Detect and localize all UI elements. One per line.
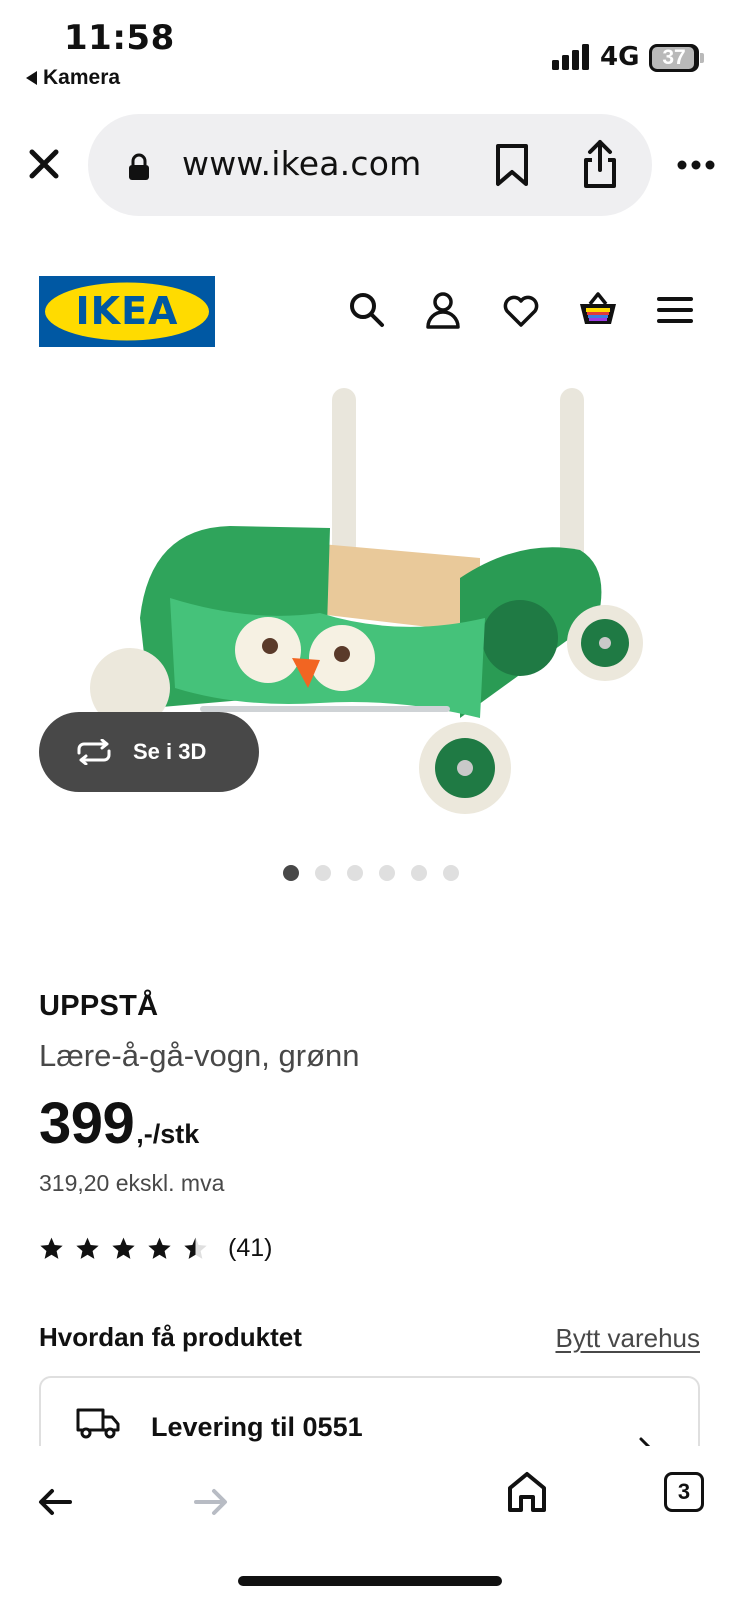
product-name: UPPSTÅ	[39, 990, 159, 1022]
tabs-button[interactable]: 3	[664, 1472, 704, 1512]
back-triangle-icon	[26, 71, 37, 85]
product-description: Lære-å-gå-vogn, grønn	[39, 1038, 360, 1073]
view-in-3d-button[interactable]: Se i 3D	[39, 712, 259, 792]
back-arrow-icon[interactable]	[36, 1486, 74, 1518]
url-text: www.ikea.com	[182, 144, 422, 183]
fulfillment-heading: Hvordan få produktet	[39, 1322, 302, 1352]
network-type: 4G	[600, 42, 640, 72]
star-full-icon	[112, 1237, 135, 1259]
change-store-link[interactable]: Bytt varehus	[555, 1323, 700, 1354]
review-count: (41)	[228, 1234, 273, 1262]
product-price: 399 ,-/stk	[39, 1090, 199, 1157]
price-amount: 399	[39, 1091, 135, 1156]
gallery-dot-6[interactable]	[442, 865, 459, 881]
address-bar[interactable]: www.ikea.com	[88, 114, 652, 216]
star-full-icon	[40, 1237, 63, 1259]
browser-toolbar: 3	[0, 1446, 739, 1600]
heart-icon[interactable]	[501, 290, 541, 330]
star-full-icon	[76, 1237, 99, 1259]
back-to-app-link[interactable]: Kamera	[26, 66, 120, 90]
tab-count: 3	[677, 1479, 691, 1504]
close-icon[interactable]	[24, 144, 64, 184]
signal-icon	[552, 44, 592, 70]
gallery-dot-1[interactable]	[282, 865, 299, 881]
lock-icon	[129, 153, 149, 180]
back-app-label: Kamera	[43, 66, 121, 89]
home-icon[interactable]	[506, 1470, 548, 1514]
home-indicator	[238, 1576, 502, 1586]
gallery-dot-4[interactable]	[378, 865, 395, 881]
logo-text: IKEA	[76, 289, 179, 333]
star-full-icon	[148, 1237, 171, 1259]
delivery-label: Levering til 0551	[151, 1412, 363, 1442]
site-header: IKEA	[0, 276, 739, 348]
search-icon[interactable]	[347, 290, 387, 330]
status-bar: 11:58 Kamera 4G 37	[0, 0, 739, 100]
price-ex-vat: 319,20 ekskl. mva	[39, 1170, 225, 1196]
price-suffix: ,-/stk	[136, 1119, 200, 1149]
product-rating[interactable]: (41)	[39, 1234, 272, 1263]
more-icon[interactable]	[676, 158, 716, 172]
battery-icon: 37	[649, 44, 704, 72]
gallery-pagination	[0, 865, 739, 881]
battery-level: 37	[662, 46, 686, 69]
rating-stars	[39, 1236, 208, 1261]
gallery-dot-3[interactable]	[346, 865, 363, 881]
share-icon[interactable]	[580, 138, 620, 190]
browser-bar: www.ikea.com	[0, 114, 739, 218]
rotate-icon	[77, 739, 111, 765]
view-in-3d-label: Se i 3D	[133, 739, 207, 764]
truck-icon	[76, 1408, 120, 1439]
ikea-logo[interactable]: IKEA	[39, 276, 215, 347]
gallery-dot-2[interactable]	[314, 865, 331, 881]
basket-icon[interactable]	[578, 290, 618, 330]
status-time: 11:58	[64, 18, 175, 58]
menu-icon[interactable]	[655, 290, 695, 330]
account-icon[interactable]	[423, 290, 463, 330]
forward-arrow-icon[interactable]	[192, 1486, 230, 1518]
gallery-dot-5[interactable]	[410, 865, 427, 881]
bookmark-icon[interactable]	[492, 142, 532, 188]
star-half-icon	[184, 1237, 207, 1259]
